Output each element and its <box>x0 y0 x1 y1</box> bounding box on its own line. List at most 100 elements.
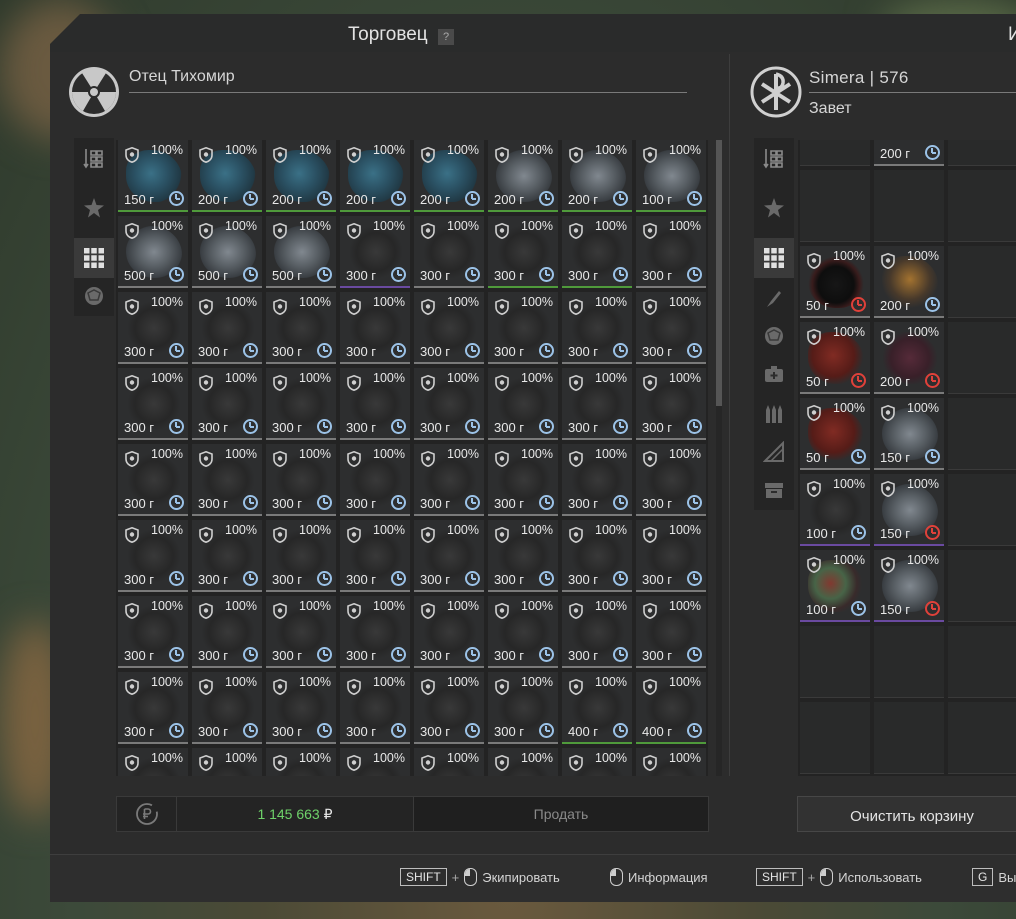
item-slot[interactable]: 100% 300 г <box>636 368 706 440</box>
empty-slot[interactable] <box>948 474 1016 546</box>
item-slot[interactable]: 100% 300 г <box>192 520 262 592</box>
empty-slot[interactable] <box>948 398 1016 470</box>
item-slot[interactable]: 100% 300 г <box>340 444 410 516</box>
item-slot[interactable]: 100% 300 г <box>414 368 484 440</box>
item-slot[interactable]: 100% 300 г <box>636 520 706 592</box>
item-slot[interactable]: 100%200 г <box>414 140 484 212</box>
item-slot[interactable]: 100% 50 г <box>800 322 870 394</box>
item-slot[interactable]: 100% 300 г <box>488 216 558 288</box>
weapon-filter-button[interactable] <box>754 278 794 318</box>
item-slot[interactable]: 100% 100 г <box>636 140 706 212</box>
item-slot[interactable]: 100% 300 г <box>118 520 188 592</box>
item-slot[interactable]: 100% 400 г <box>562 672 632 744</box>
item-slot[interactable]: 100% <box>488 748 558 776</box>
sort-button[interactable] <box>754 138 794 178</box>
item-slot[interactable]: 100% 300 г <box>414 596 484 668</box>
item-slot[interactable]: 100% 300 г <box>562 368 632 440</box>
item-slot[interactable]: 100% 300 г <box>340 368 410 440</box>
empty-slot[interactable] <box>874 170 944 242</box>
sell-button[interactable]: Продать <box>413 796 709 832</box>
item-slot[interactable]: 100% 300 г <box>414 292 484 364</box>
item-slot[interactable]: 100% <box>636 748 706 776</box>
item-slot[interactable]: 100% 100 г <box>800 550 870 622</box>
item-slot[interactable]: 100% 300 г <box>636 292 706 364</box>
item-slot[interactable]: 100% 300 г <box>266 520 336 592</box>
item-slot[interactable]: 100% 150 г <box>874 550 944 622</box>
item-slot[interactable]: 100% 50 г <box>800 246 870 318</box>
medical-filter-button[interactable] <box>754 354 794 394</box>
scrollbar-thumb[interactable] <box>716 140 722 406</box>
item-slot[interactable]: 100% 300 г <box>266 672 336 744</box>
item-slot[interactable]: 100% <box>192 748 262 776</box>
empty-slot[interactable] <box>874 626 944 698</box>
artifact-filter-button[interactable] <box>754 188 794 228</box>
orb-filter-button[interactable] <box>74 276 114 316</box>
item-slot[interactable]: 100% <box>414 748 484 776</box>
item-slot[interactable]: 100% 300 г <box>192 444 262 516</box>
item-slot[interactable]: 100% <box>340 748 410 776</box>
item-slot[interactable]: 100% 300 г <box>266 596 336 668</box>
item-slot[interactable]: 100% 300 г <box>118 596 188 668</box>
item-slot[interactable]: 100% 300 г <box>118 672 188 744</box>
item-slot[interactable]: 100% 300 г <box>192 368 262 440</box>
grid-view-button[interactable] <box>74 238 114 278</box>
trader-grid-scrollbar[interactable] <box>716 140 722 776</box>
item-slot[interactable]: 100% 300 г <box>636 596 706 668</box>
item-slot[interactable]: 100%200 г <box>874 140 944 166</box>
item-slot[interactable]: 100% 300 г <box>266 444 336 516</box>
item-slot[interactable]: 100% 300 г <box>266 368 336 440</box>
item-slot[interactable]: 100% 300 г <box>488 672 558 744</box>
item-slot[interactable]: 100% 300 г <box>562 596 632 668</box>
clear-cart-button[interactable]: Очистить корзину <box>797 796 1016 832</box>
item-slot[interactable]: 100%200 г <box>266 140 336 212</box>
empty-slot[interactable] <box>800 170 870 242</box>
item-slot[interactable]: 100% <box>562 748 632 776</box>
empty-slot[interactable] <box>948 626 1016 698</box>
item-slot[interactable]: 100% 400 г <box>636 672 706 744</box>
sort-button[interactable] <box>74 138 114 178</box>
empty-slot[interactable] <box>948 322 1016 394</box>
item-slot[interactable]: 100% 300 г <box>414 216 484 288</box>
empty-slot[interactable] <box>800 140 870 166</box>
item-slot[interactable]: 100% 300 г <box>192 292 262 364</box>
item-slot[interactable]: 100% 300 г <box>562 520 632 592</box>
empty-slot[interactable] <box>948 246 1016 318</box>
item-slot[interactable]: 100% 150 г <box>874 474 944 546</box>
item-slot[interactable]: 100% 300 г <box>118 444 188 516</box>
item-slot[interactable]: 100% 300 г <box>488 596 558 668</box>
item-slot[interactable]: 100% 300 г <box>340 292 410 364</box>
item-slot[interactable]: 100% 300 г <box>488 292 558 364</box>
orb-filter-button[interactable] <box>754 316 794 356</box>
item-slot[interactable]: 100% 500 г <box>118 216 188 288</box>
ammo-filter-button[interactable] <box>754 394 794 434</box>
item-slot[interactable]: 100% 300 г <box>192 596 262 668</box>
item-slot[interactable]: 100% 300 г <box>488 368 558 440</box>
item-slot[interactable]: 100%200 г <box>874 246 944 318</box>
artifact-filter-button[interactable] <box>74 188 114 228</box>
item-slot[interactable]: 100% 500 г <box>266 216 336 288</box>
empty-slot[interactable] <box>800 626 870 698</box>
item-slot[interactable]: 100% 300 г <box>266 292 336 364</box>
item-slot[interactable]: 100%200 г <box>488 140 558 212</box>
empty-slot[interactable] <box>948 170 1016 242</box>
container-filter-button[interactable] <box>754 470 794 510</box>
empty-slot[interactable] <box>948 550 1016 622</box>
item-slot[interactable]: 100%200 г <box>340 140 410 212</box>
item-slot[interactable]: 100%200 г <box>192 140 262 212</box>
empty-slot[interactable] <box>800 702 870 774</box>
empty-slot[interactable] <box>874 702 944 774</box>
empty-slot[interactable] <box>948 702 1016 774</box>
item-slot[interactable]: 100% 300 г <box>340 520 410 592</box>
item-slot[interactable]: 100% 50 г <box>800 398 870 470</box>
item-slot[interactable]: 100% <box>266 748 336 776</box>
item-slot[interactable]: 100% 300 г <box>414 672 484 744</box>
item-slot[interactable]: 100% 300 г <box>118 368 188 440</box>
help-button[interactable]: ? <box>438 29 454 45</box>
item-slot[interactable]: 100%200 г <box>874 322 944 394</box>
item-slot[interactable]: 100% 300 г <box>488 520 558 592</box>
item-slot[interactable]: 100% 150 г <box>118 140 188 212</box>
empty-slot[interactable] <box>948 140 1016 166</box>
item-slot[interactable]: 100% 300 г <box>340 596 410 668</box>
item-slot[interactable]: 100% 300 г <box>192 672 262 744</box>
item-slot[interactable]: 100% 300 г <box>118 292 188 364</box>
